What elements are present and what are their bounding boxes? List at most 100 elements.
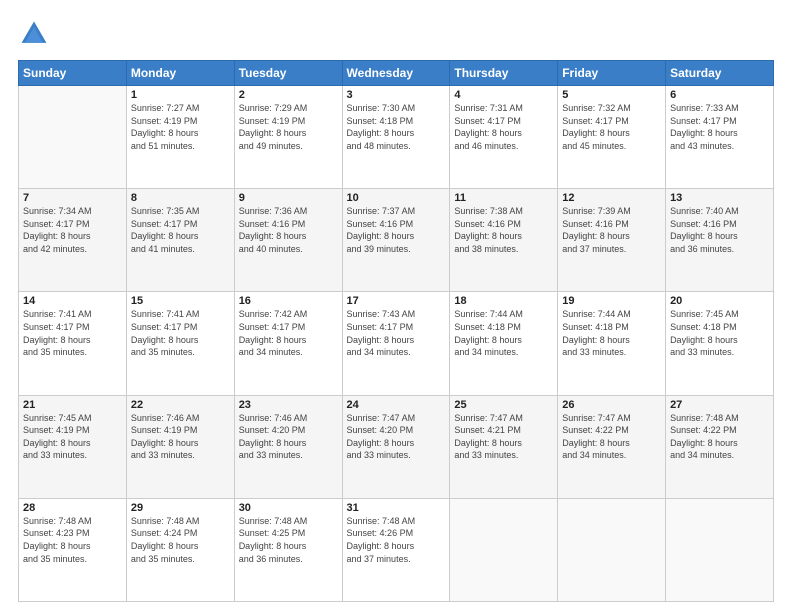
- day-number: 16: [239, 295, 338, 307]
- calendar-day-cell: 10Sunrise: 7:37 AM Sunset: 4:16 PM Dayli…: [342, 189, 450, 292]
- day-info: Sunrise: 7:48 AM Sunset: 4:26 PM Dayligh…: [347, 515, 446, 565]
- day-info: Sunrise: 7:47 AM Sunset: 4:22 PM Dayligh…: [562, 412, 661, 462]
- calendar-day-cell: 19Sunrise: 7:44 AM Sunset: 4:18 PM Dayli…: [558, 292, 666, 395]
- calendar-day-cell: 27Sunrise: 7:48 AM Sunset: 4:22 PM Dayli…: [666, 395, 774, 498]
- calendar-day-cell: 3Sunrise: 7:30 AM Sunset: 4:18 PM Daylig…: [342, 86, 450, 189]
- day-number: 13: [670, 192, 769, 204]
- calendar-day-cell: 21Sunrise: 7:45 AM Sunset: 4:19 PM Dayli…: [19, 395, 127, 498]
- calendar-day-cell: 9Sunrise: 7:36 AM Sunset: 4:16 PM Daylig…: [234, 189, 342, 292]
- calendar-day-cell: 2Sunrise: 7:29 AM Sunset: 4:19 PM Daylig…: [234, 86, 342, 189]
- day-info: Sunrise: 7:27 AM Sunset: 4:19 PM Dayligh…: [131, 102, 230, 152]
- calendar-week-row: 7Sunrise: 7:34 AM Sunset: 4:17 PM Daylig…: [19, 189, 774, 292]
- day-info: Sunrise: 7:40 AM Sunset: 4:16 PM Dayligh…: [670, 205, 769, 255]
- day-number: 31: [347, 502, 446, 514]
- calendar-day-cell: 7Sunrise: 7:34 AM Sunset: 4:17 PM Daylig…: [19, 189, 127, 292]
- day-number: 4: [454, 89, 553, 101]
- logo: [18, 18, 54, 50]
- day-info: Sunrise: 7:45 AM Sunset: 4:18 PM Dayligh…: [670, 308, 769, 358]
- calendar-day-cell: 16Sunrise: 7:42 AM Sunset: 4:17 PM Dayli…: [234, 292, 342, 395]
- day-info: Sunrise: 7:48 AM Sunset: 4:23 PM Dayligh…: [23, 515, 122, 565]
- calendar-day-cell: 20Sunrise: 7:45 AM Sunset: 4:18 PM Dayli…: [666, 292, 774, 395]
- calendar-week-row: 14Sunrise: 7:41 AM Sunset: 4:17 PM Dayli…: [19, 292, 774, 395]
- col-header-sunday: Sunday: [19, 61, 127, 86]
- calendar-day-cell: 1Sunrise: 7:27 AM Sunset: 4:19 PM Daylig…: [126, 86, 234, 189]
- calendar-day-cell: 5Sunrise: 7:32 AM Sunset: 4:17 PM Daylig…: [558, 86, 666, 189]
- day-number: 12: [562, 192, 661, 204]
- calendar-day-cell: 22Sunrise: 7:46 AM Sunset: 4:19 PM Dayli…: [126, 395, 234, 498]
- day-info: Sunrise: 7:48 AM Sunset: 4:22 PM Dayligh…: [670, 412, 769, 462]
- calendar-day-cell: 17Sunrise: 7:43 AM Sunset: 4:17 PM Dayli…: [342, 292, 450, 395]
- calendar-empty-cell: [558, 498, 666, 601]
- page: SundayMondayTuesdayWednesdayThursdayFrid…: [0, 0, 792, 612]
- day-number: 24: [347, 399, 446, 411]
- day-number: 18: [454, 295, 553, 307]
- day-number: 5: [562, 89, 661, 101]
- day-info: Sunrise: 7:29 AM Sunset: 4:19 PM Dayligh…: [239, 102, 338, 152]
- col-header-saturday: Saturday: [666, 61, 774, 86]
- day-info: Sunrise: 7:47 AM Sunset: 4:21 PM Dayligh…: [454, 412, 553, 462]
- day-info: Sunrise: 7:41 AM Sunset: 4:17 PM Dayligh…: [131, 308, 230, 358]
- calendar-day-cell: 12Sunrise: 7:39 AM Sunset: 4:16 PM Dayli…: [558, 189, 666, 292]
- calendar-day-cell: 6Sunrise: 7:33 AM Sunset: 4:17 PM Daylig…: [666, 86, 774, 189]
- day-info: Sunrise: 7:37 AM Sunset: 4:16 PM Dayligh…: [347, 205, 446, 255]
- calendar-day-cell: 30Sunrise: 7:48 AM Sunset: 4:25 PM Dayli…: [234, 498, 342, 601]
- day-number: 28: [23, 502, 122, 514]
- day-info: Sunrise: 7:43 AM Sunset: 4:17 PM Dayligh…: [347, 308, 446, 358]
- col-header-thursday: Thursday: [450, 61, 558, 86]
- day-number: 21: [23, 399, 122, 411]
- calendar-day-cell: 31Sunrise: 7:48 AM Sunset: 4:26 PM Dayli…: [342, 498, 450, 601]
- calendar-empty-cell: [666, 498, 774, 601]
- calendar-day-cell: 23Sunrise: 7:46 AM Sunset: 4:20 PM Dayli…: [234, 395, 342, 498]
- day-info: Sunrise: 7:46 AM Sunset: 4:20 PM Dayligh…: [239, 412, 338, 462]
- col-header-monday: Monday: [126, 61, 234, 86]
- day-number: 2: [239, 89, 338, 101]
- calendar-day-cell: 24Sunrise: 7:47 AM Sunset: 4:20 PM Dayli…: [342, 395, 450, 498]
- day-number: 10: [347, 192, 446, 204]
- day-number: 14: [23, 295, 122, 307]
- calendar-week-row: 28Sunrise: 7:48 AM Sunset: 4:23 PM Dayli…: [19, 498, 774, 601]
- day-number: 22: [131, 399, 230, 411]
- day-info: Sunrise: 7:39 AM Sunset: 4:16 PM Dayligh…: [562, 205, 661, 255]
- day-info: Sunrise: 7:35 AM Sunset: 4:17 PM Dayligh…: [131, 205, 230, 255]
- calendar-day-cell: 13Sunrise: 7:40 AM Sunset: 4:16 PM Dayli…: [666, 189, 774, 292]
- calendar-empty-cell: [19, 86, 127, 189]
- day-info: Sunrise: 7:33 AM Sunset: 4:17 PM Dayligh…: [670, 102, 769, 152]
- day-info: Sunrise: 7:48 AM Sunset: 4:24 PM Dayligh…: [131, 515, 230, 565]
- day-number: 11: [454, 192, 553, 204]
- day-info: Sunrise: 7:44 AM Sunset: 4:18 PM Dayligh…: [562, 308, 661, 358]
- day-info: Sunrise: 7:47 AM Sunset: 4:20 PM Dayligh…: [347, 412, 446, 462]
- day-number: 17: [347, 295, 446, 307]
- day-number: 9: [239, 192, 338, 204]
- col-header-wednesday: Wednesday: [342, 61, 450, 86]
- calendar-week-row: 21Sunrise: 7:45 AM Sunset: 4:19 PM Dayli…: [19, 395, 774, 498]
- calendar-empty-cell: [450, 498, 558, 601]
- col-header-friday: Friday: [558, 61, 666, 86]
- col-header-tuesday: Tuesday: [234, 61, 342, 86]
- day-number: 19: [562, 295, 661, 307]
- day-number: 23: [239, 399, 338, 411]
- day-info: Sunrise: 7:45 AM Sunset: 4:19 PM Dayligh…: [23, 412, 122, 462]
- day-info: Sunrise: 7:44 AM Sunset: 4:18 PM Dayligh…: [454, 308, 553, 358]
- day-number: 8: [131, 192, 230, 204]
- calendar-day-cell: 18Sunrise: 7:44 AM Sunset: 4:18 PM Dayli…: [450, 292, 558, 395]
- day-number: 15: [131, 295, 230, 307]
- day-info: Sunrise: 7:32 AM Sunset: 4:17 PM Dayligh…: [562, 102, 661, 152]
- calendar-week-row: 1Sunrise: 7:27 AM Sunset: 4:19 PM Daylig…: [19, 86, 774, 189]
- day-info: Sunrise: 7:36 AM Sunset: 4:16 PM Dayligh…: [239, 205, 338, 255]
- calendar-day-cell: 14Sunrise: 7:41 AM Sunset: 4:17 PM Dayli…: [19, 292, 127, 395]
- day-number: 7: [23, 192, 122, 204]
- day-number: 25: [454, 399, 553, 411]
- header: [18, 18, 774, 50]
- calendar-header-row: SundayMondayTuesdayWednesdayThursdayFrid…: [19, 61, 774, 86]
- day-info: Sunrise: 7:48 AM Sunset: 4:25 PM Dayligh…: [239, 515, 338, 565]
- calendar-day-cell: 28Sunrise: 7:48 AM Sunset: 4:23 PM Dayli…: [19, 498, 127, 601]
- day-info: Sunrise: 7:41 AM Sunset: 4:17 PM Dayligh…: [23, 308, 122, 358]
- day-number: 20: [670, 295, 769, 307]
- day-number: 29: [131, 502, 230, 514]
- day-info: Sunrise: 7:42 AM Sunset: 4:17 PM Dayligh…: [239, 308, 338, 358]
- day-info: Sunrise: 7:38 AM Sunset: 4:16 PM Dayligh…: [454, 205, 553, 255]
- calendar-day-cell: 15Sunrise: 7:41 AM Sunset: 4:17 PM Dayli…: [126, 292, 234, 395]
- day-info: Sunrise: 7:34 AM Sunset: 4:17 PM Dayligh…: [23, 205, 122, 255]
- day-number: 26: [562, 399, 661, 411]
- day-number: 27: [670, 399, 769, 411]
